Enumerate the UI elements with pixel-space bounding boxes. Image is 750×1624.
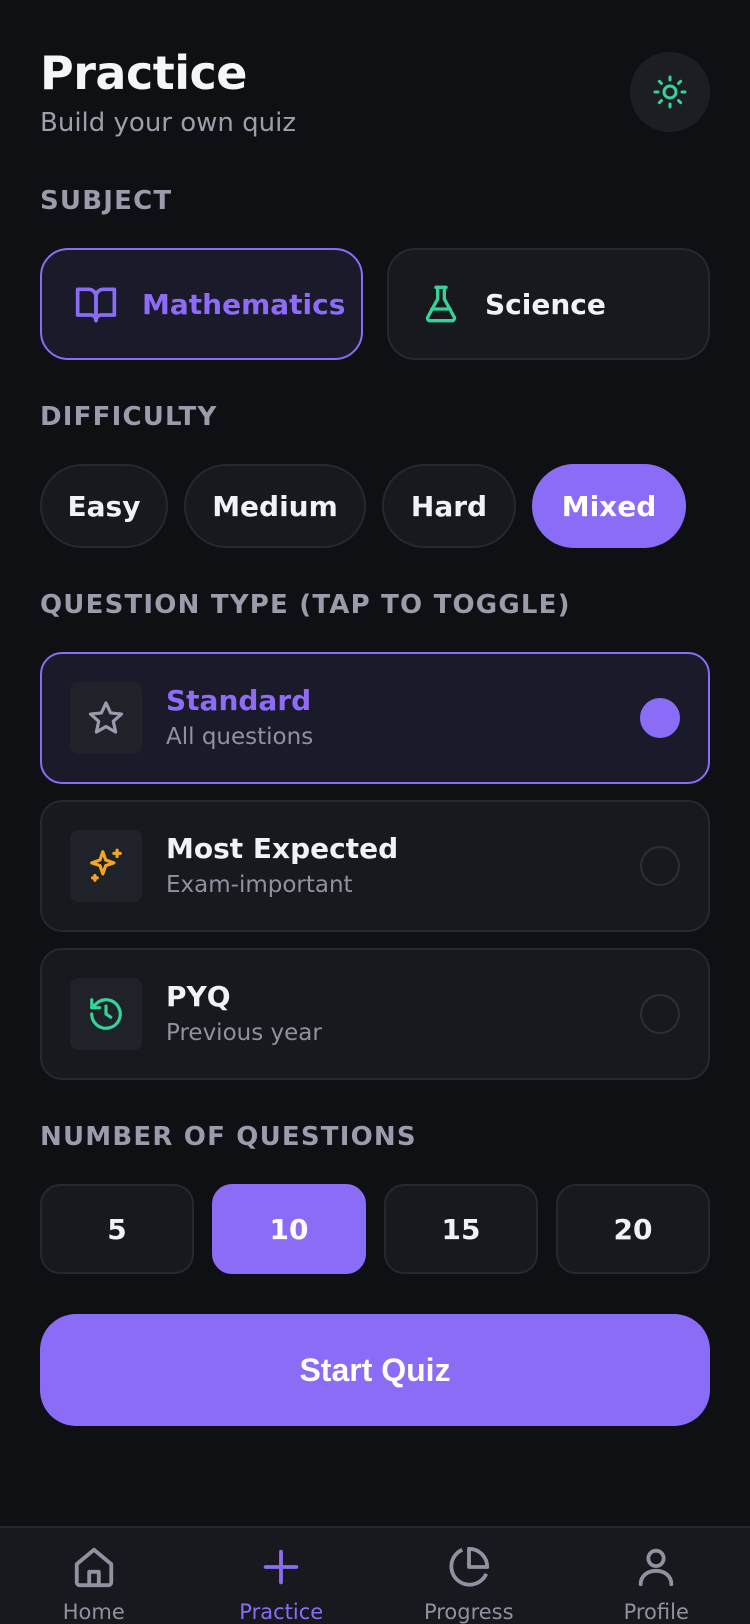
type-icon-box (70, 978, 142, 1050)
type-text: Most Expected Exam-important (166, 831, 640, 901)
difficulty-section-label: DIFFICULTY (40, 402, 218, 432)
type-title: Standard (166, 684, 312, 717)
subject-science-card[interactable]: Science (387, 248, 710, 360)
page-subtitle: Build your own quiz (40, 108, 297, 138)
num-questions-10-button[interactable]: 10 (212, 1184, 366, 1274)
subject-section-label: SUBJECT (40, 186, 173, 216)
subject-mathematics-label: Mathematics (142, 287, 346, 321)
nav-profile[interactable]: Profile (563, 1528, 750, 1624)
history-icon (90, 998, 122, 1030)
user-icon (639, 1548, 674, 1587)
type-icon-box (70, 830, 142, 902)
theme-toggle-button[interactable] (630, 52, 710, 132)
type-subtitle: Exam-important (166, 872, 353, 898)
num-questions-options: 5 10 15 20 (40, 1184, 710, 1274)
sparkles-icon (90, 848, 122, 882)
question-type-most-expected-card[interactable]: Most Expected Exam-important (40, 800, 710, 932)
bottom-nav: Home Practice Progress Profile (0, 1526, 750, 1624)
page-title: Practice (40, 46, 247, 100)
type-radio[interactable] (640, 698, 680, 738)
question-type-standard-card[interactable]: Standard All questions (40, 652, 710, 784)
flask-icon (425, 285, 457, 323)
book-open-icon (75, 287, 117, 323)
type-subtitle: All questions (166, 724, 314, 750)
practice-screen: Practice Build your own quiz SUBJECT Mat… (0, 0, 750, 1624)
num-questions-5-button[interactable]: 5 (40, 1184, 194, 1274)
nav-home-label: Home (62, 1600, 125, 1624)
question-type-section-label: QUESTION TYPE (TAP TO TOGGLE) (40, 590, 571, 620)
type-text: Standard All questions (166, 683, 640, 753)
type-title: PYQ (166, 980, 231, 1013)
type-radio[interactable] (640, 994, 680, 1034)
subject-science-label: Science (485, 287, 606, 321)
type-text: PYQ Previous year (166, 979, 640, 1049)
nav-practice-label: Practice (239, 1600, 324, 1624)
star-icon (88, 701, 124, 734)
difficulty-medium-pill[interactable]: Medium (184, 464, 366, 548)
type-title: Most Expected (166, 832, 399, 865)
difficulty-easy-pill[interactable]: Easy (40, 464, 168, 548)
nav-progress[interactable]: Progress (375, 1528, 563, 1624)
type-subtitle: Previous year (166, 1020, 322, 1046)
home-icon (74, 1547, 113, 1588)
nav-practice[interactable]: Practice (188, 1528, 376, 1624)
subject-mathematics-card[interactable]: Mathematics (40, 248, 363, 360)
nav-progress-label: Progress (423, 1600, 514, 1624)
num-questions-section-label: NUMBER OF QUESTIONS (40, 1122, 417, 1152)
sun-icon (653, 75, 687, 109)
num-questions-15-button[interactable]: 15 (384, 1184, 538, 1274)
question-type-pyq-card[interactable]: PYQ Previous year (40, 948, 710, 1080)
nav-home[interactable]: Home (0, 1528, 188, 1624)
subject-options: Mathematics Science (40, 248, 710, 360)
pie-chart-icon (449, 1546, 489, 1587)
nav-profile-label: Profile (623, 1600, 689, 1624)
difficulty-hard-pill[interactable]: Hard (382, 464, 516, 548)
start-quiz-button[interactable]: Start Quiz (40, 1314, 710, 1426)
type-radio[interactable] (640, 846, 680, 886)
difficulty-options: Easy Medium Hard Mixed (40, 464, 686, 548)
header: Practice Build your own quiz (40, 44, 296, 140)
plus-icon (264, 1549, 299, 1585)
difficulty-mixed-pill[interactable]: Mixed (532, 464, 686, 548)
type-icon-box (70, 682, 142, 754)
num-questions-20-button[interactable]: 20 (556, 1184, 710, 1274)
